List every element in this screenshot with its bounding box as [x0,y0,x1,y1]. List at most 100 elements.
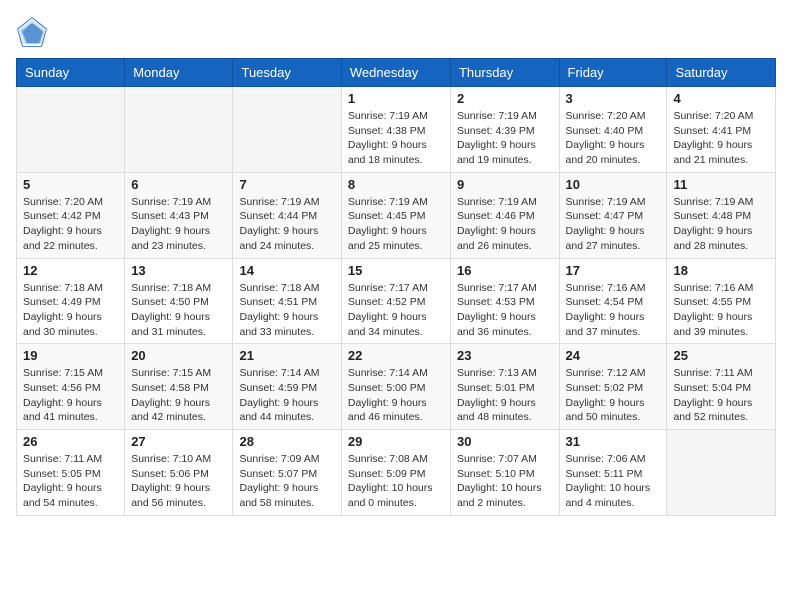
calendar-cell: 27Sunrise: 7:10 AM Sunset: 5:06 PM Dayli… [125,430,233,516]
weekday-header-tuesday: Tuesday [233,59,341,87]
calendar-cell: 26 Sunrise: 7:11 AM Sunset: 5:05 PM Dayli… [17,430,125,516]
day-info: Sunrise: 7:19 AM Sunset: 4:43 PM Dayligh… [131,195,226,254]
day-info: Sunrise: 7:15 AM Sunset: 4:56 PM Dayligh… [23,366,118,425]
day-info: Sunrise: 7:11 AM Sunset: 5:05 PM Dayligh… [23,452,118,511]
day-number: 8 [348,177,444,192]
calendar-cell: 9 Sunrise: 7:19 AM Sunset: 4:46 PM Daylig… [450,172,559,258]
calendar-cell: 24 Sunrise: 7:12 AM Sunset: 5:02 PM Dayli… [559,344,667,430]
calendar-cell: 3 Sunrise: 7:20 AM Sunset: 4:40 PM Daylig… [559,87,667,173]
day-info: Sunrise: 7:09 AM Sunset: 5:07 PM Dayligh… [239,452,334,511]
day-info: Sunrise: 7:20 AM Sunset: 4:42 PM Dayligh… [23,195,118,254]
day-number: 13 [131,263,226,278]
day-info: Sunrise: 7:13 AM Sunset: 5:01 PM Dayligh… [457,366,553,425]
day-number: 14 [239,263,334,278]
calendar-table: SundayMondayTuesdayWednesdayThursdayFrid… [16,58,776,516]
day-number: 27 [131,434,226,449]
day-number: 2 [457,91,553,106]
calendar-week-row: 1 Sunrise: 7:19 AM Sunset: 4:38 PM Daylig… [17,87,776,173]
calendar-cell: 22 Sunrise: 7:14 AM Sunset: 5:00 PM Dayli… [341,344,450,430]
calendar-cell: 12 Sunrise: 7:18 AM Sunset: 4:49 PM Dayli… [17,258,125,344]
day-info: Sunrise: 7:18 AM Sunset: 4:49 PM Dayligh… [23,281,118,340]
calendar-week-row: 12 Sunrise: 7:18 AM Sunset: 4:49 PM Dayli… [17,258,776,344]
day-info: Sunrise: 7:19 AM Sunset: 4:45 PM Dayligh… [348,195,444,254]
calendar-week-row: 5 Sunrise: 7:20 AM Sunset: 4:42 PM Daylig… [17,172,776,258]
day-info: Sunrise: 7:07 AM Sunset: 5:10 PM Dayligh… [457,452,553,511]
day-number: 24 [566,348,661,363]
calendar-cell: 6 Sunrise: 7:19 AM Sunset: 4:43 PM Daylig… [125,172,233,258]
page-header [16,16,776,48]
day-number: 7 [239,177,334,192]
calendar-cell: 19 Sunrise: 7:15 AM Sunset: 4:56 PM Dayli… [17,344,125,430]
day-number: 31 [566,434,661,449]
calendar-cell: 21 Sunrise: 7:14 AM Sunset: 4:59 PM Dayli… [233,344,341,430]
day-number: 5 [23,177,118,192]
day-info: Sunrise: 7:19 AM Sunset: 4:48 PM Dayligh… [673,195,769,254]
calendar-cell: 18 Sunrise: 7:16 AM Sunset: 4:55 PM Dayli… [667,258,776,344]
day-number: 22 [348,348,444,363]
calendar-cell: 1 Sunrise: 7:19 AM Sunset: 4:38 PM Daylig… [341,87,450,173]
calendar-cell: 25 Sunrise: 7:11 AM Sunset: 5:04 PM Dayli… [667,344,776,430]
day-number: 29 [348,434,444,449]
logo-icon [16,16,48,48]
day-number: 15 [348,263,444,278]
day-info: Sunrise: 7:20 AM Sunset: 4:40 PM Dayligh… [566,109,661,168]
calendar-cell [125,87,233,173]
day-info: Sunrise: 7:12 AM Sunset: 5:02 PM Dayligh… [566,366,661,425]
day-info: Sunrise: 7:18 AM Sunset: 4:51 PM Dayligh… [239,281,334,340]
calendar-cell: 29Sunrise: 7:08 AM Sunset: 5:09 PM Dayli… [341,430,450,516]
day-number: 21 [239,348,334,363]
day-number: 10 [566,177,661,192]
calendar-cell: 5 Sunrise: 7:20 AM Sunset: 4:42 PM Daylig… [17,172,125,258]
day-number: 18 [673,263,769,278]
calendar-cell: 10Sunrise: 7:19 AM Sunset: 4:47 PM Dayli… [559,172,667,258]
day-info: Sunrise: 7:14 AM Sunset: 4:59 PM Dayligh… [239,366,334,425]
day-number: 20 [131,348,226,363]
day-info: Sunrise: 7:17 AM Sunset: 4:52 PM Dayligh… [348,281,444,340]
calendar-cell: 23Sunrise: 7:13 AM Sunset: 5:01 PM Dayli… [450,344,559,430]
calendar-cell: 13 Sunrise: 7:18 AM Sunset: 4:50 PM Dayli… [125,258,233,344]
day-number: 17 [566,263,661,278]
day-number: 16 [457,263,553,278]
logo [16,16,52,48]
day-info: Sunrise: 7:16 AM Sunset: 4:54 PM Dayligh… [566,281,661,340]
calendar-week-row: 26 Sunrise: 7:11 AM Sunset: 5:05 PM Dayli… [17,430,776,516]
day-number: 1 [348,91,444,106]
day-number: 12 [23,263,118,278]
calendar-cell: 20 Sunrise: 7:15 AM Sunset: 4:58 PM Dayli… [125,344,233,430]
day-number: 25 [673,348,769,363]
calendar-cell: 17 Sunrise: 7:16 AM Sunset: 4:54 PM Dayli… [559,258,667,344]
calendar-cell: 30 Sunrise: 7:07 AM Sunset: 5:10 PM Dayli… [450,430,559,516]
day-info: Sunrise: 7:19 AM Sunset: 4:46 PM Dayligh… [457,195,553,254]
day-info: Sunrise: 7:16 AM Sunset: 4:55 PM Dayligh… [673,281,769,340]
day-info: Sunrise: 7:11 AM Sunset: 5:04 PM Dayligh… [673,366,769,425]
calendar-cell: 11Sunrise: 7:19 AM Sunset: 4:48 PM Dayli… [667,172,776,258]
weekday-header-monday: Monday [125,59,233,87]
day-info: Sunrise: 7:19 AM Sunset: 4:38 PM Dayligh… [348,109,444,168]
day-info: Sunrise: 7:15 AM Sunset: 4:58 PM Dayligh… [131,366,226,425]
day-info: Sunrise: 7:14 AM Sunset: 5:00 PM Dayligh… [348,366,444,425]
day-info: Sunrise: 7:18 AM Sunset: 4:50 PM Dayligh… [131,281,226,340]
calendar-cell [17,87,125,173]
day-info: Sunrise: 7:20 AM Sunset: 4:41 PM Dayligh… [673,109,769,168]
calendar-cell: 16 Sunrise: 7:17 AM Sunset: 4:53 PM Dayli… [450,258,559,344]
calendar-cell [233,87,341,173]
calendar-cell: 8 Sunrise: 7:19 AM Sunset: 4:45 PM Daylig… [341,172,450,258]
calendar-cell: 2Sunrise: 7:19 AM Sunset: 4:39 PM Daylig… [450,87,559,173]
day-info: Sunrise: 7:06 AM Sunset: 5:11 PM Dayligh… [566,452,661,511]
day-number: 19 [23,348,118,363]
calendar-cell: 7Sunrise: 7:19 AM Sunset: 4:44 PM Daylig… [233,172,341,258]
day-number: 28 [239,434,334,449]
day-info: Sunrise: 7:17 AM Sunset: 4:53 PM Dayligh… [457,281,553,340]
weekday-header-thursday: Thursday [450,59,559,87]
weekday-header-wednesday: Wednesday [341,59,450,87]
calendar-cell [667,430,776,516]
weekday-header-row: SundayMondayTuesdayWednesdayThursdayFrid… [17,59,776,87]
day-number: 3 [566,91,661,106]
weekday-header-sunday: Sunday [17,59,125,87]
day-number: 6 [131,177,226,192]
weekday-header-friday: Friday [559,59,667,87]
day-number: 4 [673,91,769,106]
day-number: 26 [23,434,118,449]
day-number: 30 [457,434,553,449]
day-number: 9 [457,177,553,192]
